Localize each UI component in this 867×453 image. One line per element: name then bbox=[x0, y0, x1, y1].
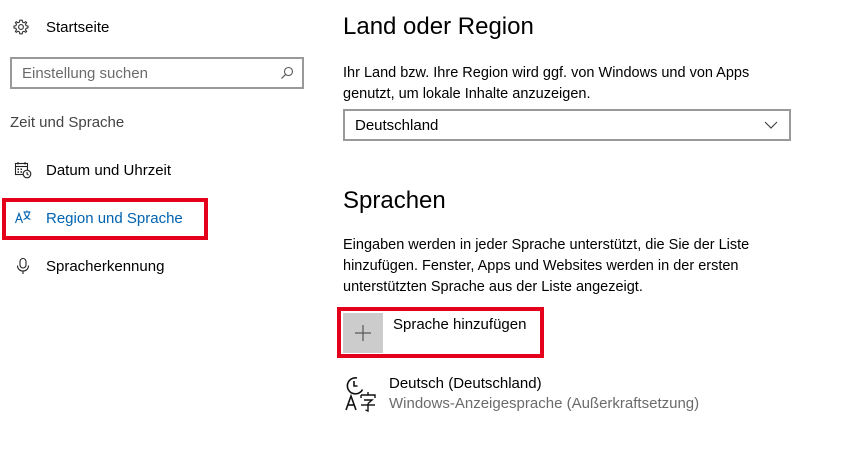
home-link[interactable]: Startseite bbox=[12, 15, 109, 39]
calendar-clock-icon bbox=[13, 160, 33, 180]
languages-description: Eingaben werden in jeder Sprache unterst… bbox=[343, 237, 750, 295]
sidebar-item-region-language[interactable]: Region und Sprache bbox=[0, 197, 300, 239]
languages-title: Sprachen bbox=[343, 187, 446, 214]
microphone-icon bbox=[13, 256, 33, 276]
sidebar-item-label: Datum und Uhrzeit bbox=[46, 161, 172, 179]
add-language-button[interactable]: Sprache hinzufügen bbox=[343, 313, 526, 353]
sidebar-item-label: Spracherkennung bbox=[46, 257, 165, 275]
region-description: Ihr Land bzw. Ihre Region wird ggf. von … bbox=[343, 65, 750, 102]
home-label: Startseite bbox=[46, 18, 110, 36]
chevron-down-icon bbox=[763, 117, 779, 133]
sidebar-item-date-time[interactable]: Datum und Uhrzeit bbox=[0, 149, 300, 191]
sidebar-item-speech[interactable]: Spracherkennung bbox=[0, 245, 300, 287]
sidebar-item-label: Region und Sprache bbox=[46, 209, 183, 227]
language-list-item[interactable]: Deutsch (Deutschland) Windows-Anzeigespr… bbox=[343, 374, 699, 414]
language-options-icon bbox=[343, 374, 379, 414]
region-dropdown-value: Deutschland bbox=[355, 116, 439, 134]
settings-search[interactable] bbox=[10, 57, 304, 89]
search-input[interactable] bbox=[12, 59, 278, 87]
region-language-icon bbox=[13, 208, 33, 228]
gear-icon bbox=[12, 18, 30, 36]
region-dropdown[interactable]: Deutschland bbox=[343, 109, 791, 141]
settings-window: Startseite Zeit und Sprache bbox=[0, 0, 867, 453]
language-text: Deutsch (Deutschland) Windows-Anzeigespr… bbox=[389, 374, 699, 414]
section-label: Zeit und Sprache bbox=[10, 114, 125, 131]
language-name: Deutsch (Deutschland) bbox=[389, 375, 542, 392]
region-title: Land oder Region bbox=[343, 13, 534, 40]
search-icon[interactable] bbox=[278, 64, 296, 82]
language-detail: Windows-Anzeigesprache (Außerkraftsetzun… bbox=[389, 395, 700, 412]
add-language-label: Sprache hinzufügen bbox=[393, 316, 527, 333]
plus-icon bbox=[343, 313, 383, 353]
